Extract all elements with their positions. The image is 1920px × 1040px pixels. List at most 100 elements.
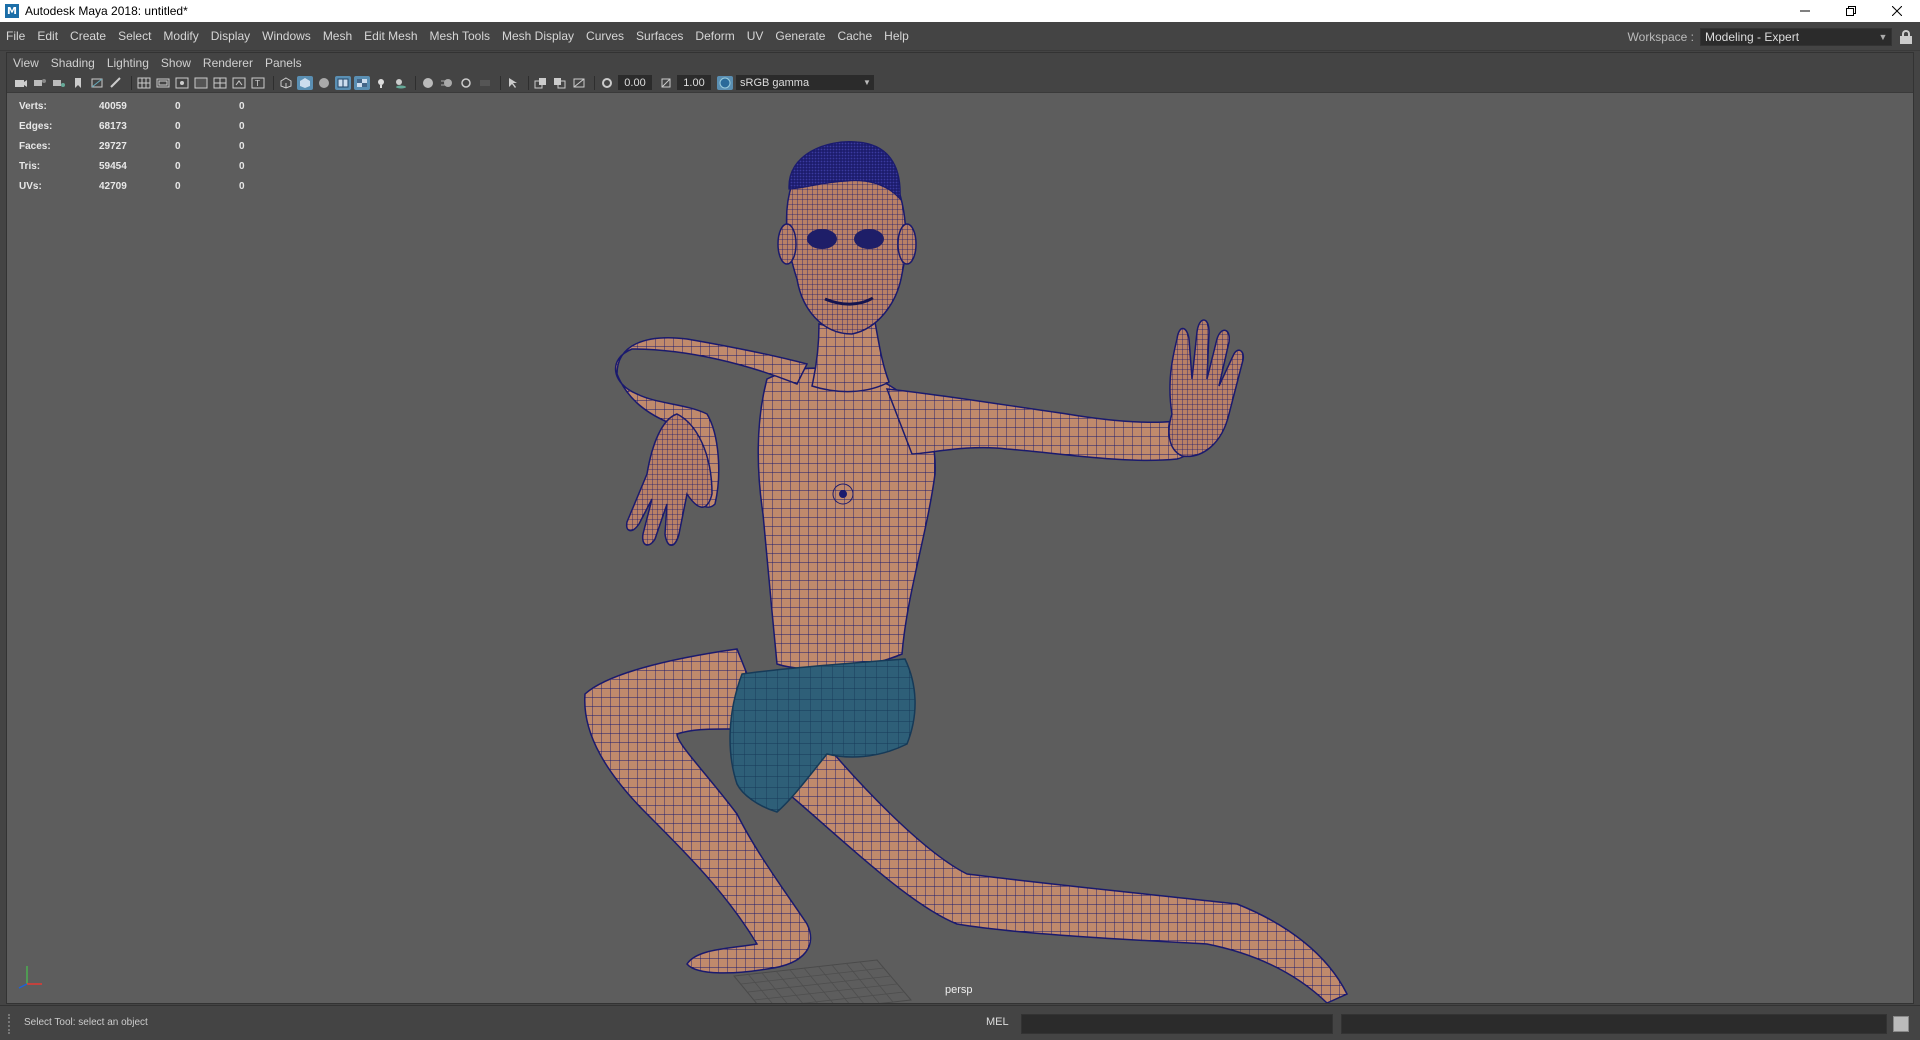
- depth-of-field-icon[interactable]: [477, 76, 493, 90]
- hud-value: 0: [175, 180, 181, 192]
- safe-action-icon[interactable]: [231, 76, 247, 90]
- backface-culling-icon[interactable]: [571, 76, 587, 90]
- panel-menu-panels[interactable]: Panels: [259, 56, 308, 70]
- gamma-icon[interactable]: [658, 76, 674, 90]
- svg-text:T: T: [254, 79, 260, 88]
- hud-label: Edges:: [19, 120, 53, 132]
- close-button[interactable]: [1874, 0, 1920, 22]
- drag-handle[interactable]: [8, 1014, 12, 1034]
- close-icon: [1892, 6, 1902, 16]
- panel-menu-lighting[interactable]: Lighting: [101, 56, 155, 70]
- camera-select-icon[interactable]: [13, 76, 29, 90]
- menu-uv[interactable]: UV: [741, 25, 770, 47]
- menu-surfaces[interactable]: Surfaces: [630, 25, 689, 47]
- grid-icon[interactable]: [136, 76, 152, 90]
- menu-curves[interactable]: Curves: [580, 25, 630, 47]
- command-line-bar: Select Tool: select an object MEL: [0, 1005, 1920, 1040]
- title-bar: M Autodesk Maya 2018: untitled*: [0, 0, 1920, 22]
- command-language-toggle[interactable]: MEL: [986, 1016, 1009, 1028]
- gamma-field[interactable]: 1.00: [677, 75, 711, 90]
- panel-menu-renderer[interactable]: Renderer: [197, 56, 259, 70]
- xray-icon[interactable]: [533, 76, 549, 90]
- script-editor-icon[interactable]: [1893, 1016, 1909, 1032]
- panel-toolbar: T 0.00 1.00 sRGB gamma ▼: [7, 73, 1913, 93]
- minimize-icon: [1800, 10, 1810, 12]
- hud-label: Tris:: [19, 160, 41, 172]
- gate-mask-icon[interactable]: [193, 76, 209, 90]
- chevron-down-icon: ▼: [863, 78, 871, 87]
- film-gate-icon[interactable]: [155, 76, 171, 90]
- menu-windows[interactable]: Windows: [256, 25, 317, 47]
- command-input[interactable]: [1021, 1014, 1333, 1034]
- panel-menu-show[interactable]: Show: [155, 56, 197, 70]
- menu-edit-mesh[interactable]: Edit Mesh: [358, 25, 423, 47]
- menu-display[interactable]: Display: [205, 25, 256, 47]
- lock-icon[interactable]: [1900, 29, 1912, 44]
- hud-value: 0: [239, 160, 245, 172]
- hud-value: 0: [239, 180, 245, 192]
- maya-logo-icon: M: [5, 4, 19, 18]
- workspace-dropdown[interactable]: Modeling - Expert ▼: [1700, 27, 1892, 46]
- hud-value: 0: [239, 100, 245, 112]
- menu-help[interactable]: Help: [878, 25, 915, 47]
- view-axis-icon: [18, 966, 42, 989]
- hud-row-tris: Tris: 59454 0 0: [19, 156, 269, 176]
- safe-title-icon[interactable]: T: [250, 76, 266, 90]
- restore-icon: [1846, 6, 1856, 16]
- menu-mesh[interactable]: Mesh: [317, 25, 358, 47]
- hud-value: 42709: [99, 180, 127, 192]
- image-plane-icon[interactable]: [89, 76, 105, 90]
- default-material-icon[interactable]: [316, 76, 332, 90]
- menu-deform[interactable]: Deform: [689, 25, 740, 47]
- workspace-label: Workspace :: [1627, 29, 1694, 44]
- menu-modify[interactable]: Modify: [157, 25, 204, 47]
- wireframe-on-shaded-icon[interactable]: [335, 75, 351, 90]
- motion-blur-icon[interactable]: [439, 76, 455, 90]
- camera-lock-icon[interactable]: [32, 76, 48, 90]
- window-title: Autodesk Maya 2018: untitled*: [25, 4, 188, 18]
- restore-button[interactable]: [1828, 0, 1874, 22]
- xray-joints-icon[interactable]: [552, 76, 568, 90]
- viewport-panel: View Shading Lighting Show Renderer Pane…: [6, 52, 1914, 1004]
- isolate-select-icon[interactable]: [505, 76, 521, 90]
- lights-icon[interactable]: [373, 76, 389, 90]
- minimize-button[interactable]: [1782, 0, 1828, 22]
- color-management-icon[interactable]: [717, 75, 733, 90]
- panel-menu-view[interactable]: View: [7, 56, 45, 70]
- 3d-viewport[interactable]: Verts: 40059 0 0 Edges: 68173 0 0 Faces:…: [7, 94, 1913, 1003]
- hud-value: 59454: [99, 160, 127, 172]
- hud-row-faces: Faces: 29727 0 0: [19, 136, 269, 156]
- hud-value: 29727: [99, 140, 127, 152]
- exposure-icon[interactable]: [599, 76, 615, 90]
- hud-value: 0: [239, 120, 245, 132]
- shadows-icon[interactable]: [392, 76, 408, 90]
- resolution-gate-icon[interactable]: [174, 76, 190, 90]
- chevron-down-icon: ▼: [1878, 31, 1888, 42]
- camera-attributes-icon[interactable]: [51, 76, 67, 90]
- grease-pencil-icon[interactable]: [108, 76, 124, 90]
- smooth-shade-icon[interactable]: [297, 75, 313, 90]
- character-mesh[interactable]: [7, 94, 1913, 1003]
- textured-icon[interactable]: [354, 75, 370, 90]
- menu-cache[interactable]: Cache: [831, 25, 878, 47]
- menu-file[interactable]: File: [0, 25, 31, 47]
- hud-row-uvs: UVs: 42709 0 0: [19, 176, 269, 196]
- bookmark-icon[interactable]: [70, 76, 86, 90]
- field-chart-icon[interactable]: [212, 76, 228, 90]
- hud-value: 40059: [99, 100, 127, 112]
- menu-edit[interactable]: Edit: [31, 25, 64, 47]
- exposure-field[interactable]: 0.00: [618, 75, 652, 90]
- menu-mesh-display[interactable]: Mesh Display: [496, 25, 580, 47]
- view-transform-dropdown[interactable]: sRGB gamma ▼: [736, 75, 874, 90]
- menu-create[interactable]: Create: [64, 25, 112, 47]
- anti-aliasing-icon[interactable]: [458, 76, 474, 90]
- workspace-value: Modeling - Expert: [1705, 29, 1800, 44]
- hud-label: Faces:: [19, 140, 51, 152]
- wireframe-icon[interactable]: [278, 76, 294, 90]
- menu-generate[interactable]: Generate: [769, 25, 831, 47]
- menu-mesh-tools[interactable]: Mesh Tools: [424, 25, 496, 47]
- menu-select[interactable]: Select: [112, 25, 157, 47]
- hud-label: Verts:: [19, 100, 47, 112]
- panel-menu-shading[interactable]: Shading: [45, 56, 101, 70]
- ambient-occlusion-icon[interactable]: [420, 76, 436, 90]
